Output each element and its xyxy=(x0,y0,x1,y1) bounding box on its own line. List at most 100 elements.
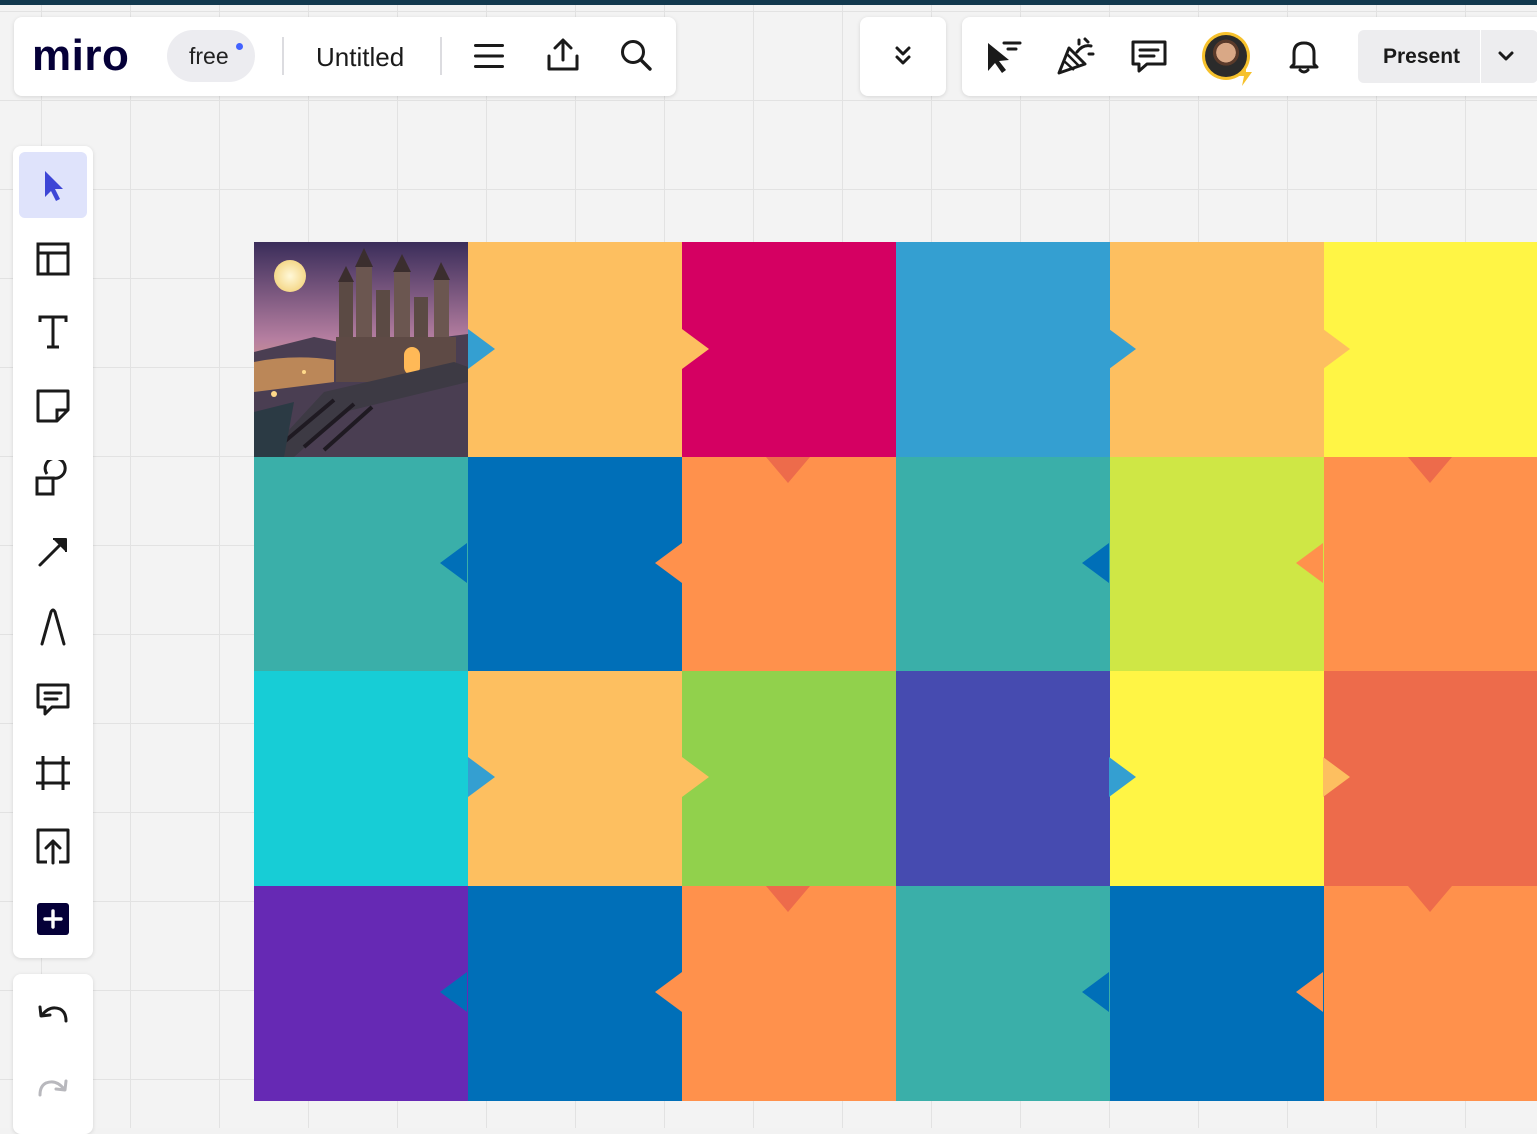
puzzle-tile[interactable] xyxy=(468,457,682,671)
puzzle-tile[interactable] xyxy=(682,457,896,671)
puzzle-tab xyxy=(655,972,682,1012)
puzzle-tile[interactable] xyxy=(896,886,1110,1101)
puzzle-tile[interactable] xyxy=(1324,457,1537,671)
puzzle-tile[interactable] xyxy=(896,671,1110,886)
puzzle-tile[interactable] xyxy=(682,886,896,1101)
castle-image[interactable] xyxy=(254,242,468,457)
puzzle-tile[interactable] xyxy=(682,242,896,457)
notifications-button[interactable] xyxy=(1282,34,1326,78)
templates-icon xyxy=(36,242,70,276)
pen-tool[interactable] xyxy=(19,593,87,659)
comment-tool[interactable] xyxy=(19,666,87,732)
puzzle-tab xyxy=(682,329,709,369)
puzzle-tab xyxy=(468,329,495,369)
miro-logo[interactable]: miro xyxy=(32,31,129,81)
redo-button[interactable] xyxy=(19,1056,87,1122)
chevron-down-icon xyxy=(1498,51,1514,61)
shapes-icon xyxy=(35,460,67,496)
celebrate-button[interactable] xyxy=(1054,34,1098,78)
avatar[interactable] xyxy=(1202,32,1252,86)
puzzle-tile[interactable] xyxy=(1110,242,1324,457)
puzzle-tab xyxy=(1296,972,1323,1012)
export-upload-icon xyxy=(547,38,579,71)
upload-icon xyxy=(36,828,70,865)
connection-line-tool[interactable] xyxy=(19,519,87,585)
plan-label: free xyxy=(189,43,229,69)
frame-tool[interactable] xyxy=(19,740,87,806)
puzzle-tile[interactable] xyxy=(1110,886,1324,1101)
puzzle-tab xyxy=(440,972,467,1012)
present-label: Present xyxy=(1383,45,1461,68)
puzzle-tile[interactable] xyxy=(254,886,468,1101)
text-icon xyxy=(38,315,68,349)
puzzle-tile[interactable] xyxy=(896,457,1110,671)
sticky-note-icon xyxy=(36,389,70,423)
puzzle-tile[interactable] xyxy=(1324,886,1537,1101)
present-button[interactable]: Present xyxy=(1358,30,1537,83)
header-right-panel: Present xyxy=(962,17,1537,96)
plus-square-icon xyxy=(37,903,69,935)
header-divider xyxy=(440,37,442,75)
notification-dot xyxy=(236,43,243,50)
header-divider xyxy=(282,37,284,75)
puzzle-tile[interactable] xyxy=(682,671,896,886)
cursor-flag-icon xyxy=(988,41,1022,73)
puzzle-tab xyxy=(682,757,709,797)
double-chevron-down-icon xyxy=(895,46,911,65)
puzzle-tab xyxy=(1109,757,1136,797)
expand-tools-button[interactable] xyxy=(881,34,925,78)
puzzle-tile[interactable] xyxy=(896,242,1110,457)
search-button[interactable] xyxy=(614,33,658,77)
puzzle-tile[interactable] xyxy=(1324,242,1537,457)
puzzle-tile[interactable] xyxy=(254,457,468,671)
puzzle-tab xyxy=(1082,972,1109,1012)
pen-icon xyxy=(40,608,66,646)
search-icon xyxy=(621,40,652,71)
puzzle-tile[interactable] xyxy=(468,242,682,457)
puzzle-tab xyxy=(1408,886,1452,912)
comments-button[interactable] xyxy=(1127,34,1171,78)
main-menu-button[interactable] xyxy=(467,34,511,78)
puzzle-tab xyxy=(655,543,682,583)
puzzle-tile[interactable] xyxy=(468,886,682,1101)
puzzle-tile[interactable] xyxy=(1110,457,1324,671)
shapes-tool[interactable] xyxy=(19,446,87,512)
puzzle-tab xyxy=(766,886,810,912)
undo-redo-panel xyxy=(13,974,93,1134)
plan-badge[interactable]: free xyxy=(167,30,255,82)
select-tool[interactable] xyxy=(19,152,87,218)
puzzle-tab xyxy=(1323,329,1350,369)
cursors-button[interactable] xyxy=(980,34,1024,78)
hamburger-menu-icon xyxy=(474,44,504,68)
puzzle-tab xyxy=(766,457,810,483)
header-left-panel: miro free Untitled xyxy=(14,17,676,96)
comment-icon xyxy=(36,683,70,716)
window-top-strip xyxy=(0,0,1537,5)
puzzle-tab xyxy=(1323,757,1350,797)
frame-icon xyxy=(36,756,70,790)
puzzle-tab xyxy=(1109,329,1136,369)
puzzle-tile[interactable] xyxy=(468,671,682,886)
arrow-line-icon xyxy=(38,538,67,567)
lightning-icon xyxy=(1238,64,1252,86)
puzzle-tile[interactable] xyxy=(1324,671,1537,886)
select-cursor-icon xyxy=(45,171,63,201)
puzzle-tile[interactable] xyxy=(254,671,468,886)
templates-tool[interactable] xyxy=(19,226,87,292)
puzzle-tile[interactable] xyxy=(1110,671,1324,886)
text-tool[interactable] xyxy=(19,299,87,365)
board-title[interactable]: Untitled xyxy=(316,42,404,73)
more-apps-tool[interactable] xyxy=(19,886,87,952)
bell-icon xyxy=(1289,41,1319,74)
puzzle-tab xyxy=(468,757,495,797)
export-button[interactable] xyxy=(541,33,585,77)
upload-tool[interactable] xyxy=(19,813,87,879)
sticky-note-tool[interactable] xyxy=(19,373,87,439)
present-divider xyxy=(1480,30,1481,83)
present-options-dropdown[interactable] xyxy=(1486,44,1526,68)
creation-toolbar xyxy=(13,146,93,958)
celebrate-popper-icon xyxy=(1057,37,1095,75)
redo-icon xyxy=(38,1079,68,1097)
collapse-toolbar-panel xyxy=(860,17,946,96)
undo-button[interactable] xyxy=(19,982,87,1048)
